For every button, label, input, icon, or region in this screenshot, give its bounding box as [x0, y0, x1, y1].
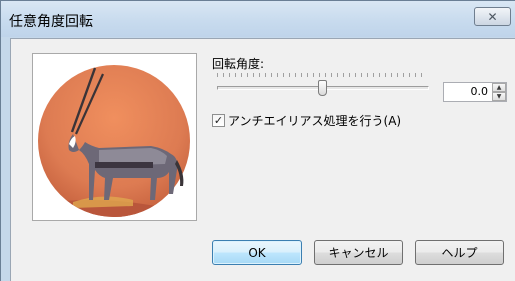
spin-buttons: ▲ ▼: [492, 83, 506, 101]
preview-image: [38, 65, 190, 217]
preview-panel: [32, 53, 197, 221]
rotation-angle-label: 回転角度:: [212, 57, 265, 71]
antialias-checkbox[interactable]: ✓: [212, 114, 225, 127]
check-icon: ✓: [213, 114, 224, 127]
close-icon: ✕: [487, 9, 498, 24]
help-button[interactable]: ヘルプ: [415, 240, 504, 265]
close-button[interactable]: ✕: [474, 7, 511, 26]
spin-down-button[interactable]: ▼: [492, 92, 506, 101]
rotation-angle-input[interactable]: [444, 83, 492, 101]
rotation-slider-thumb[interactable]: [318, 80, 327, 96]
slider-ticks: [217, 73, 427, 77]
antialias-label[interactable]: アンチエイリアス処理を行う(A): [228, 112, 401, 129]
dialog-client-area: 回転角度: ▲ ▼ ✓ アンチエイリアス処理を行う(A) OK キャンセル ヘル…: [10, 38, 515, 281]
rotation-spinbox: ▲ ▼: [443, 82, 507, 102]
spin-up-icon: ▲: [496, 83, 502, 91]
spin-down-icon: ▼: [496, 92, 502, 100]
spin-up-button[interactable]: ▲: [492, 83, 506, 92]
ok-button[interactable]: OK: [212, 240, 302, 265]
dialog-title: 任意角度回転: [9, 14, 93, 30]
rotate-dialog-window: 任意角度回転 ✕ 回転角度: 0.0 ▲ ▼ ✓ アンチエイリアス処理を行う(A…: [0, 0, 515, 281]
antialias-option[interactable]: ✓ アンチエイリアス処理を行う(A): [212, 112, 401, 129]
title-bar[interactable]: 任意角度回転 ✕: [1, 1, 515, 37]
cancel-button[interactable]: キャンセル: [314, 240, 403, 265]
